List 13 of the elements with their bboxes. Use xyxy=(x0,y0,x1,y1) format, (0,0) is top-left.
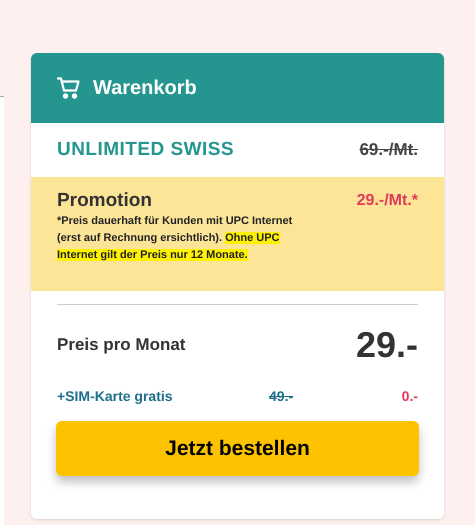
cart-icon xyxy=(57,77,81,99)
old-price: 69.-/Mt. xyxy=(359,139,418,162)
product-name: UNLIMITED SWISS xyxy=(57,138,234,162)
monthly-label: Preis pro Monat xyxy=(57,334,186,356)
monthly-price: 29.- xyxy=(356,323,418,367)
sim-label: +SIM-Karte gratis xyxy=(57,386,174,406)
promotion-title: Promotion xyxy=(57,189,153,213)
sim-price: 0.- xyxy=(402,386,418,406)
promotion-note: *Preis dauerhaft für Kunden mit UPC Internet (erst auf Rechnung ersichtlich). Ohne UPC Internet gilt der Preis nur 12 Monate. xyxy=(57,214,294,263)
promotion-price: 29.-/Mt.* xyxy=(356,191,418,211)
sim-old-price: 49.- xyxy=(269,386,294,406)
cart-title: Warenkorb xyxy=(93,76,197,101)
order-button[interactable]: Jetzt bestellen xyxy=(56,421,419,476)
